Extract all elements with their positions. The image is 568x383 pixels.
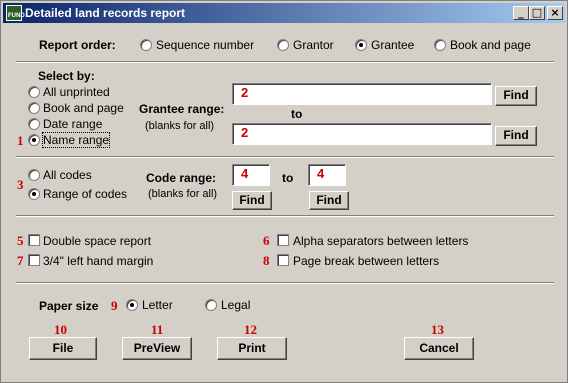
option-grantor: Grantor [293, 38, 334, 52]
divider [16, 156, 554, 158]
option-book-and-page-range: Book and page [43, 101, 124, 115]
marker-10: 10 [54, 322, 67, 337]
grantee-range-label: Grantee range: [139, 102, 225, 116]
option-all-unprinted: All unprinted [43, 85, 110, 99]
radio-grantee[interactable] [355, 39, 367, 51]
radio-book-and-page[interactable] [434, 39, 446, 51]
grantee-to-input[interactable]: 2 [232, 123, 492, 145]
radio-letter[interactable] [126, 299, 138, 311]
left-margin-label: 3/4" left hand margin [43, 254, 154, 268]
select-by-label: Select by: [38, 69, 95, 83]
app-icon: FUND [6, 5, 25, 21]
report-order-label: Report order: [39, 38, 116, 52]
marker-8: 8 [263, 253, 270, 268]
grantee-blanks-hint: (blanks for all) [145, 120, 215, 132]
find-code-to-button[interactable]: Find [309, 191, 349, 210]
marker-3: 3 [17, 177, 24, 192]
option-letter: Letter [142, 298, 173, 312]
marker-1: 1 [17, 133, 24, 148]
find-grantee-from-button[interactable]: Find [495, 86, 537, 106]
preview-button[interactable]: PreView [122, 337, 192, 360]
minimize-icon[interactable]: _ [513, 6, 529, 20]
find-code-from-button[interactable]: Find [232, 191, 272, 210]
page-break-label: Page break between letters [293, 254, 440, 268]
option-name-range: Name range [41, 132, 111, 148]
divider [16, 61, 554, 63]
marker-12: 12 [244, 322, 257, 337]
option-book-and-page: Book and page [450, 38, 531, 52]
option-sequence-number: Sequence number [156, 38, 255, 52]
radio-book-and-page-range[interactable] [28, 102, 40, 114]
divider [16, 215, 554, 217]
title-bar[interactable]: FUND Detailed land records report _ □ × [3, 3, 565, 23]
radio-date-range[interactable] [28, 118, 40, 130]
option-legal: Legal [221, 298, 251, 312]
print-button[interactable]: Print [217, 337, 287, 360]
code-to-input[interactable]: 4 [308, 164, 346, 186]
maximize-icon[interactable]: □ [529, 6, 545, 20]
radio-all-codes[interactable] [28, 169, 40, 181]
divider [16, 282, 554, 284]
window-title: Detailed land records report [25, 6, 186, 20]
page-break-checkbox[interactable] [277, 254, 289, 266]
double-space-label: Double space report [43, 234, 152, 248]
code-blanks-hint: (blanks for all) [148, 188, 218, 200]
option-range-of-codes: Range of codes [43, 187, 128, 201]
radio-grantor[interactable] [277, 39, 289, 51]
marker-9: 9 [111, 298, 118, 313]
code-range-label: Code range: [146, 171, 217, 185]
radio-all-unprinted[interactable] [28, 86, 40, 98]
app-icon-text: FUND [8, 13, 25, 19]
marker-7: 7 [17, 253, 24, 268]
option-grantee: Grantee [371, 38, 415, 52]
file-button[interactable]: File [29, 337, 97, 360]
radio-legal[interactable] [205, 299, 217, 311]
paper-size-label: Paper size [39, 299, 99, 313]
marker-11: 11 [151, 322, 164, 337]
radio-range-of-codes[interactable] [28, 188, 40, 200]
find-grantee-to-button[interactable]: Find [495, 126, 537, 146]
left-margin-checkbox[interactable] [28, 254, 40, 266]
marker-6: 6 [263, 233, 270, 248]
alpha-separators-checkbox[interactable] [277, 234, 289, 246]
radio-name-range[interactable] [28, 134, 40, 146]
double-space-checkbox[interactable] [28, 234, 40, 246]
marker-5: 5 [17, 233, 24, 248]
option-date-range: Date range [43, 117, 103, 131]
grantee-from-input[interactable]: 2 [232, 83, 492, 105]
close-icon[interactable]: × [547, 6, 563, 20]
code-to-label: to [282, 171, 294, 185]
grantee-to-label: to [291, 107, 303, 121]
cancel-button[interactable]: Cancel [404, 337, 474, 360]
code-from-input[interactable]: 4 [232, 164, 270, 186]
report-window: FUND Detailed land records report _ □ × … [0, 0, 568, 383]
option-all-codes: All codes [43, 168, 92, 182]
marker-13: 13 [431, 322, 444, 337]
alpha-separators-label: Alpha separators between letters [293, 234, 469, 248]
radio-sequence-number[interactable] [140, 39, 152, 51]
